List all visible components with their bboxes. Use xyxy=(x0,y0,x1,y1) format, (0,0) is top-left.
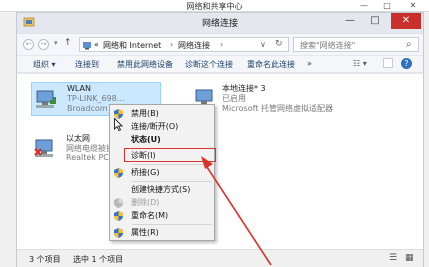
breadcrumb-separator[interactable]: › xyxy=(220,40,223,49)
search-input[interactable]: 搜索"网络连接" ⌕ xyxy=(293,37,419,52)
connect-to-button[interactable]: 连接到 xyxy=(75,59,99,70)
background-close-button[interactable]: ✕ xyxy=(400,0,426,11)
window-titlebar: 网络连接 — □ ✕ xyxy=(17,13,423,31)
up-button[interactable]: ↑ xyxy=(64,38,72,48)
back-button[interactable]: ← xyxy=(23,39,34,50)
preview-pane-icon[interactable] xyxy=(383,58,393,68)
history-dropdown-icon[interactable]: ▾ xyxy=(54,39,58,47)
annotation-arrow-icon xyxy=(201,156,272,266)
mouse-cursor-icon xyxy=(114,118,123,131)
adapter-status: TP-LINK_698... xyxy=(67,94,125,103)
address-input[interactable]: « 网络和 Internet › 网络连接 › ∨ ↻ xyxy=(79,37,289,52)
breadcrumb-overflow[interactable]: « xyxy=(94,40,99,49)
background-maximize-button[interactable]: □ xyxy=(378,0,396,11)
adapter-device: Microsoft 托管网络虚拟适配器 xyxy=(222,104,333,113)
wireless-adapter-icon xyxy=(36,90,56,108)
menu-item-disable[interactable]: 禁用(B) xyxy=(110,107,214,120)
minimize-button[interactable]: — xyxy=(339,13,361,29)
address-bar-row: ← → ▾ ↑ « 网络和 Internet › 网络连接 › ∨ ↻ 搜索"网… xyxy=(17,33,423,55)
disable-device-button[interactable]: 禁用此网络设备 xyxy=(117,59,173,70)
menu-item-label: 状态(U) xyxy=(131,135,161,144)
search-placeholder: 搜索"网络连接" xyxy=(300,41,356,50)
details-view-icon[interactable]: ☰ xyxy=(389,253,397,263)
ethernet-adapter-icon xyxy=(34,139,53,157)
adapter-item-local-connection[interactable]: 本地连接* 3 已启用 Microsoft 托管网络虚拟适配器 xyxy=(187,82,377,116)
menu-item-label: 创建快捷方式(S) xyxy=(131,185,191,194)
rename-connection-button[interactable]: 重命名此连接 xyxy=(247,59,295,70)
menu-item-label: 禁用(B) xyxy=(131,109,159,118)
background-window-titlebar: 网络和共享中心 — □ ✕ xyxy=(0,0,429,12)
view-options-icon[interactable]: ☷ ▾ xyxy=(353,59,367,68)
more-commands-button[interactable]: » xyxy=(307,59,312,68)
menu-item-label: 桥接(G) xyxy=(131,168,160,177)
uac-shield-icon xyxy=(114,198,123,208)
uac-shield-icon xyxy=(114,211,123,221)
menu-item-status[interactable]: 状态(U) xyxy=(110,133,214,146)
menu-item-label: 属性(R) xyxy=(131,228,159,237)
selected-count: 选中 1 个项目 xyxy=(73,255,124,264)
forward-button[interactable]: → xyxy=(38,39,49,50)
help-icon[interactable]: ? xyxy=(401,58,412,69)
menu-item-label: 重命名(M) xyxy=(131,211,169,220)
adapter-name: WLAN xyxy=(67,84,92,93)
maximize-button[interactable]: □ xyxy=(363,13,387,29)
uac-shield-icon xyxy=(114,228,123,238)
search-icon[interactable]: ⌕ xyxy=(406,39,412,50)
large-icons-view-icon[interactable]: ▦ xyxy=(405,253,414,263)
menu-item-label: 删除(D) xyxy=(131,198,160,207)
breadcrumb-network-connections[interactable]: 网络连接 xyxy=(178,40,210,51)
breadcrumb-separator[interactable]: › xyxy=(170,40,173,49)
network-location-icon xyxy=(83,42,91,50)
background-minimize-button[interactable]: — xyxy=(355,0,373,11)
diagnose-connection-button[interactable]: 诊断这个连接 xyxy=(185,59,233,70)
menu-item-connect-disconnect[interactable]: 连接/断开(O) xyxy=(110,120,214,133)
close-button[interactable]: ✕ xyxy=(391,13,421,29)
menu-item-label: 连接/断开(O) xyxy=(131,122,179,131)
address-dropdown-icon[interactable]: ∨ xyxy=(260,40,266,49)
refresh-icon[interactable]: ↻ xyxy=(275,39,283,49)
uac-shield-icon xyxy=(114,168,123,178)
breadcrumb-network-internet[interactable]: 网络和 Internet xyxy=(103,40,161,51)
organize-menu[interactable]: 组织 ▾ xyxy=(33,59,56,70)
item-count: 3 个项目 xyxy=(29,255,61,264)
command-toolbar: 组织 ▾ 连接到 禁用此网络设备 诊断这个连接 重命名此连接 » ☷ ▾ ? xyxy=(17,56,423,73)
